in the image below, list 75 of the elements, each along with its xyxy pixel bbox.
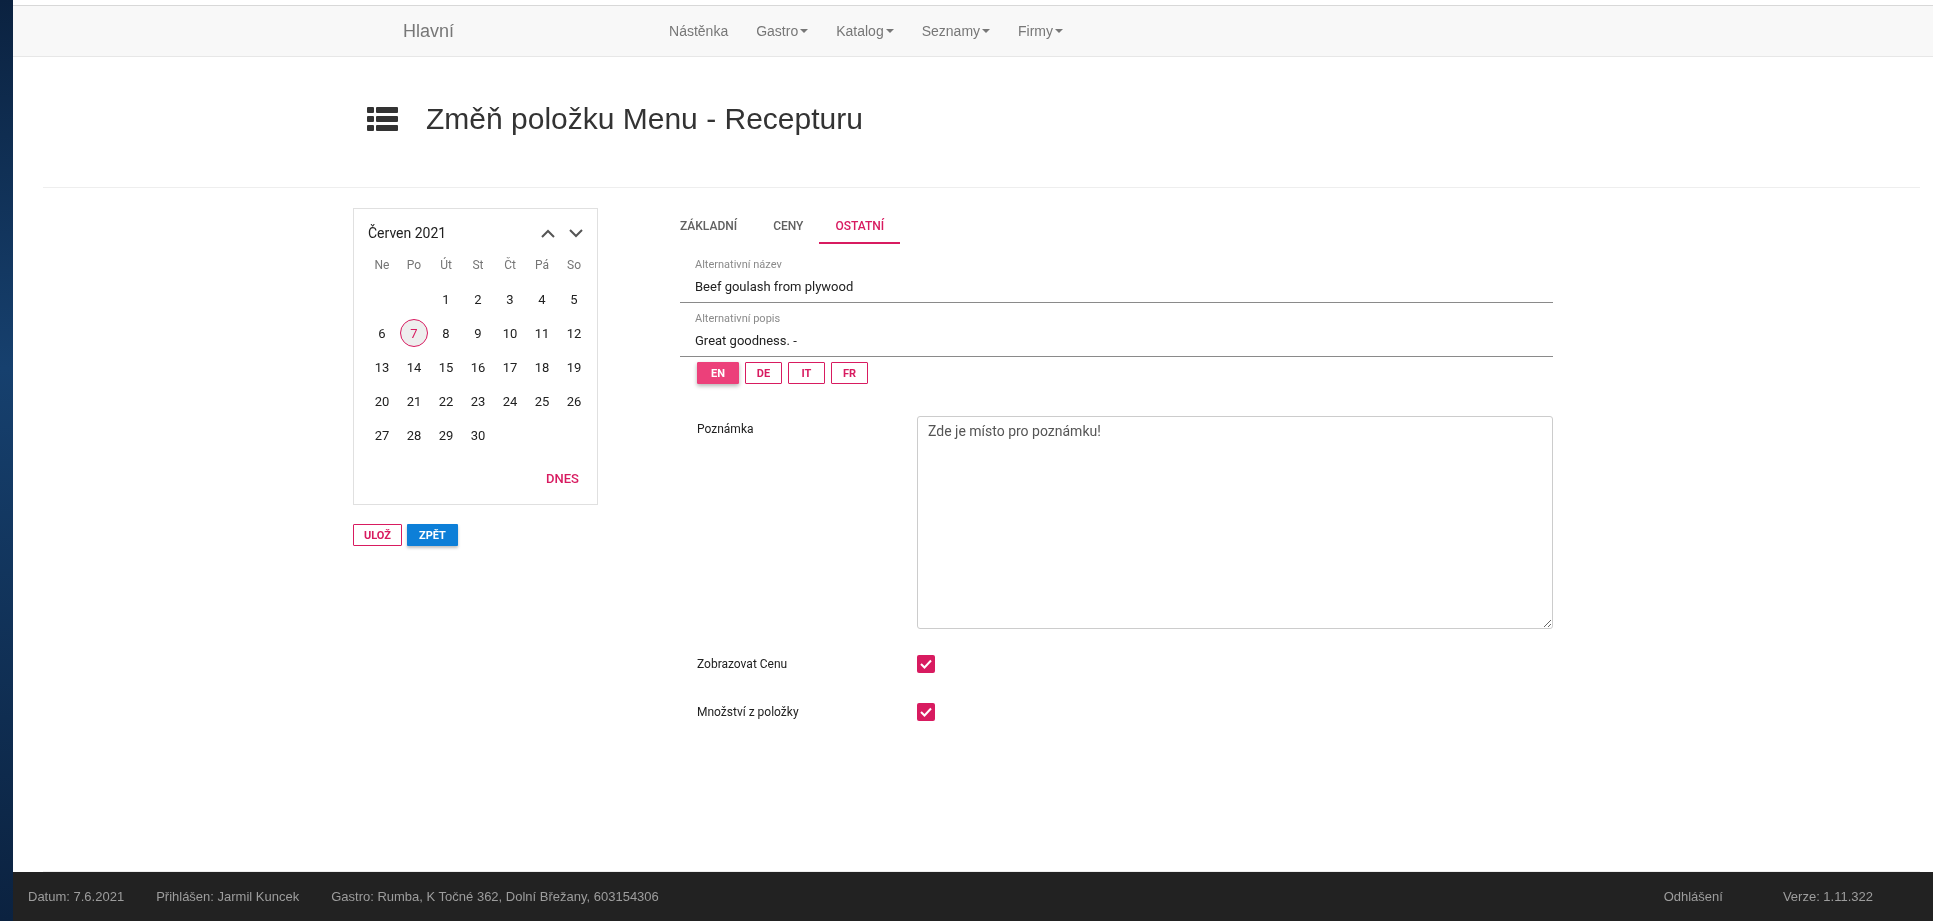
- day-cell[interactable]: 18: [526, 351, 558, 383]
- day-cell[interactable]: 22: [430, 385, 462, 417]
- day-cell[interactable]: 19: [558, 351, 590, 383]
- day-cell[interactable]: 2: [462, 283, 494, 315]
- day-cell[interactable]: 4: [526, 283, 558, 315]
- weekday-label: Po: [405, 257, 423, 274]
- day-cell[interactable]: 30: [462, 419, 494, 451]
- day-cell[interactable]: 3: [494, 283, 526, 315]
- checkbox[interactable]: [917, 655, 935, 673]
- language-button[interactable]: DE: [745, 362, 782, 384]
- today-button[interactable]: DNES: [540, 465, 585, 492]
- footer-text: Přihlášen: Jarmil Kuncek: [156, 889, 300, 904]
- logout-link[interactable]: Odhlášení: [1663, 889, 1723, 904]
- note-label: Poznámka: [696, 421, 755, 438]
- day-cell[interactable]: 24: [494, 385, 526, 417]
- caret-icon: [1055, 29, 1064, 33]
- version-text: Verze: 1.11.322: [1782, 889, 1873, 904]
- day-cell[interactable]: 17: [494, 351, 526, 383]
- weekday-label: Ne: [373, 257, 391, 274]
- nav-link[interactable]: Gastro: [742, 23, 823, 39]
- weekday-label: St: [471, 257, 485, 274]
- nav-link[interactable]: Seznamy: [907, 23, 1005, 39]
- day-cell[interactable]: 11: [526, 317, 558, 349]
- day-cell[interactable]: 15: [430, 351, 462, 383]
- day-cell[interactable]: 10: [494, 317, 526, 349]
- weekday-label: Čt: [503, 256, 517, 274]
- chevron-up-icon[interactable]: [541, 228, 555, 238]
- day-cell[interactable]: 1: [430, 283, 462, 315]
- day-cell[interactable]: 7: [400, 319, 428, 347]
- day-cell[interactable]: 6: [366, 317, 398, 349]
- nav-link[interactable]: Katalog: [822, 23, 908, 39]
- weekday-label: So: [566, 257, 582, 274]
- back-button[interactable]: ZPĚT: [407, 524, 458, 546]
- weekday-label: Út: [439, 256, 453, 274]
- note-field[interactable]: Zde je místo pro poznámku!: [917, 416, 1553, 629]
- day-cell[interactable]: 14: [398, 351, 430, 383]
- tab[interactable]: ZÁKLADNÍ: [680, 208, 758, 244]
- checkbox-label: Zobrazovat Cenu: [696, 657, 789, 671]
- day-cell[interactable]: 25: [526, 385, 558, 417]
- brand-link[interactable]: Hlavní: [388, 20, 470, 42]
- list-icon: [367, 107, 398, 131]
- day-cell[interactable]: 27: [366, 419, 398, 451]
- save-button[interactable]: ULOŽ: [353, 524, 402, 546]
- weekday-label: Pá: [533, 257, 550, 274]
- day-cell[interactable]: 23: [462, 385, 494, 417]
- day-cell[interactable]: 29: [430, 419, 462, 451]
- language-button[interactable]: IT: [788, 362, 825, 384]
- day-cell[interactable]: 12: [558, 317, 590, 349]
- field-label: Alternativní popis: [694, 312, 782, 325]
- day-cell[interactable]: 28: [398, 419, 430, 451]
- day-cell[interactable]: 21: [398, 385, 430, 417]
- checkbox[interactable]: [917, 703, 935, 721]
- footer-text: Gastro: Rumba, K Točné 362, Dolní Břežany, 603154306: [331, 889, 659, 904]
- caret-icon: [800, 29, 809, 33]
- day-cell[interactable]: 5: [558, 283, 590, 315]
- checkbox-label: Množství z položky: [696, 705, 800, 719]
- caret-icon: [885, 29, 894, 33]
- nav-link[interactable]: Firmy: [1004, 23, 1078, 39]
- chevron-down-icon[interactable]: [569, 228, 583, 238]
- language-button[interactable]: FR: [831, 362, 868, 384]
- nav-link[interactable]: Nástěnka: [655, 23, 743, 39]
- page-title: Změň položku Menu - Recepturu: [426, 102, 863, 136]
- field-label: Alternativní název: [694, 258, 783, 271]
- month-label: Červen 2021: [368, 225, 447, 241]
- day-cell[interactable]: 8: [430, 317, 462, 349]
- tab[interactable]: OSTATNÍ: [819, 208, 901, 244]
- tab[interactable]: CENY: [757, 208, 820, 244]
- day-cell[interactable]: 9: [462, 317, 494, 349]
- day-cell[interactable]: 20: [366, 385, 398, 417]
- day-cell[interactable]: 13: [366, 351, 398, 383]
- day-cell[interactable]: 26: [558, 385, 590, 417]
- day-cell[interactable]: 16: [462, 351, 494, 383]
- language-button[interactable]: EN: [697, 362, 739, 384]
- footer-text: Datum: 7.6.2021: [28, 889, 125, 904]
- caret-icon: [982, 29, 991, 33]
